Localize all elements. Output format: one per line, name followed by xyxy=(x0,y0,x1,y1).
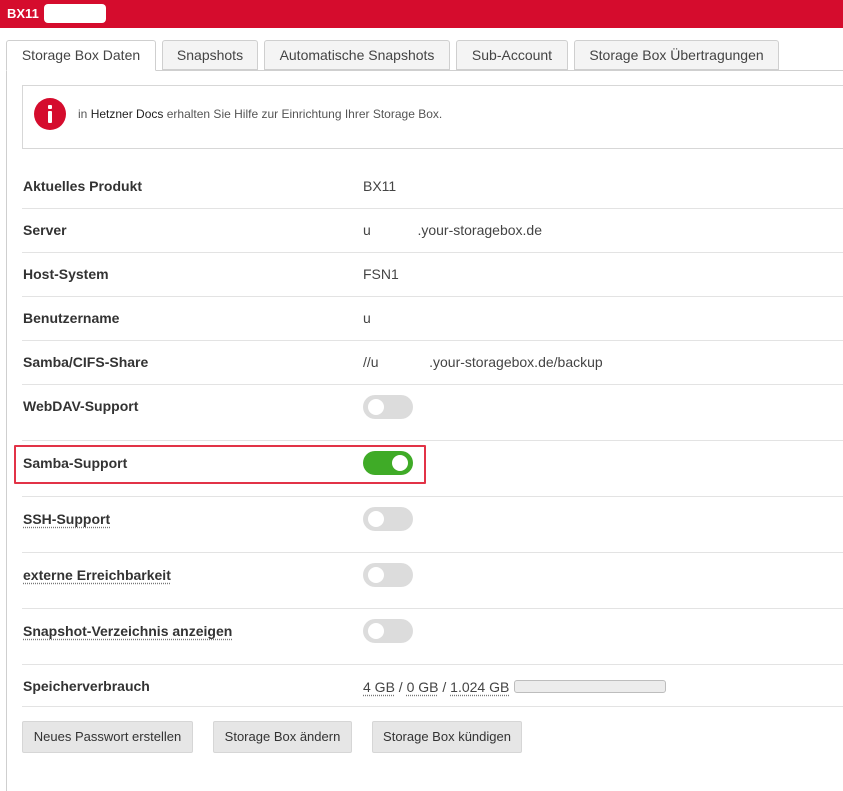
snapshot-dir-toggle[interactable] xyxy=(363,619,413,643)
row-server: Server u .your-storagebox.de xyxy=(22,208,843,253)
webdav-toggle[interactable] xyxy=(363,395,413,419)
cancel-storage-box-button[interactable]: Storage Box kündigen xyxy=(372,721,522,753)
row-samba-share: Samba/CIFS-Share //u .your-storagebox.de… xyxy=(22,340,843,385)
tab-sub-account[interactable]: Sub-Account xyxy=(456,40,568,70)
tab-snapshots[interactable]: Snapshots xyxy=(162,40,258,70)
host-label: Host-System xyxy=(23,266,109,282)
toggle-knob xyxy=(368,623,384,639)
info-message: erhalten Sie Hilfe zur Einrichtung Ihrer… xyxy=(166,107,443,121)
samba-share-label: Samba/CIFS-Share xyxy=(23,354,149,370)
row-username: Benutzername u xyxy=(22,296,843,341)
row-snapshot-dir: Snapshot-Verzeichnis anzeigen xyxy=(22,608,843,665)
storage-progress-bar xyxy=(514,680,666,693)
new-password-button[interactable]: Neues Passwort erstellen xyxy=(22,721,193,753)
product-title: BX11 xyxy=(7,6,39,21)
row-ssh: SSH-Support xyxy=(22,496,843,553)
row-host: Host-System FSN1 xyxy=(22,252,843,297)
storage-separator: / xyxy=(438,679,451,695)
product-value: BX11 xyxy=(363,178,397,194)
snapshot-dir-label[interactable]: Snapshot-Verzeichnis anzeigen xyxy=(23,623,232,639)
row-webdav: WebDAV-Support xyxy=(22,384,843,441)
toggle-knob xyxy=(368,567,384,583)
hetzner-docs-link[interactable]: Hetzner Docs xyxy=(91,107,164,121)
row-product: Aktuelles Produkt BX11 xyxy=(22,164,843,209)
storage-used: 4 GB xyxy=(363,679,395,695)
external-access-toggle[interactable] xyxy=(363,563,413,587)
toggle-knob xyxy=(368,399,384,415)
info-text: in Hetzner Docs erhalten Sie Hilfe zur E… xyxy=(78,107,442,121)
tab-storage-box-daten[interactable]: Storage Box Daten xyxy=(6,40,156,71)
samba-highlight-box xyxy=(14,445,426,484)
box-name-field xyxy=(44,4,106,23)
product-label: Aktuelles Produkt xyxy=(23,178,143,194)
tab-automatische-snapshots[interactable]: Automatische Snapshots xyxy=(264,40,450,70)
storage-separator: / xyxy=(394,679,407,695)
tab-storage-box-uebertragungen[interactable]: Storage Box Übertragungen xyxy=(574,40,779,70)
toggle-knob xyxy=(368,511,384,527)
ssh-support-label[interactable]: SSH-Support xyxy=(23,511,110,527)
info-prefix: in xyxy=(78,107,88,121)
row-external: externe Erreichbarkeit xyxy=(22,552,843,609)
top-bar: BX11 xyxy=(0,0,843,28)
server-label: Server xyxy=(23,222,67,238)
server-value: u .your-storagebox.de xyxy=(363,222,542,238)
webdav-label: WebDAV-Support xyxy=(23,398,139,414)
username-value: u xyxy=(363,310,371,326)
ssh-support-toggle[interactable] xyxy=(363,507,413,531)
samba-share-value: //u .your-storagebox.de/backup xyxy=(363,354,603,370)
host-value: FSN1 xyxy=(363,266,399,282)
change-storage-box-button[interactable]: Storage Box ändern xyxy=(213,721,352,753)
info-box: in Hetzner Docs erhalten Sie Hilfe zur E… xyxy=(22,85,843,149)
external-access-label[interactable]: externe Erreichbarkeit xyxy=(23,567,171,583)
storage-snapshots: 0 GB xyxy=(406,679,439,695)
storage-total: 1.024 GB xyxy=(450,679,510,695)
username-label: Benutzername xyxy=(23,310,120,326)
storage-usage-value: 4 GB / 0 GB / 1.024 GB xyxy=(363,679,509,695)
row-storage: Speicherverbrauch 4 GB / 0 GB / 1.024 GB xyxy=(22,664,843,707)
info-icon xyxy=(34,98,66,130)
storage-label: Speicherverbrauch xyxy=(23,678,150,694)
